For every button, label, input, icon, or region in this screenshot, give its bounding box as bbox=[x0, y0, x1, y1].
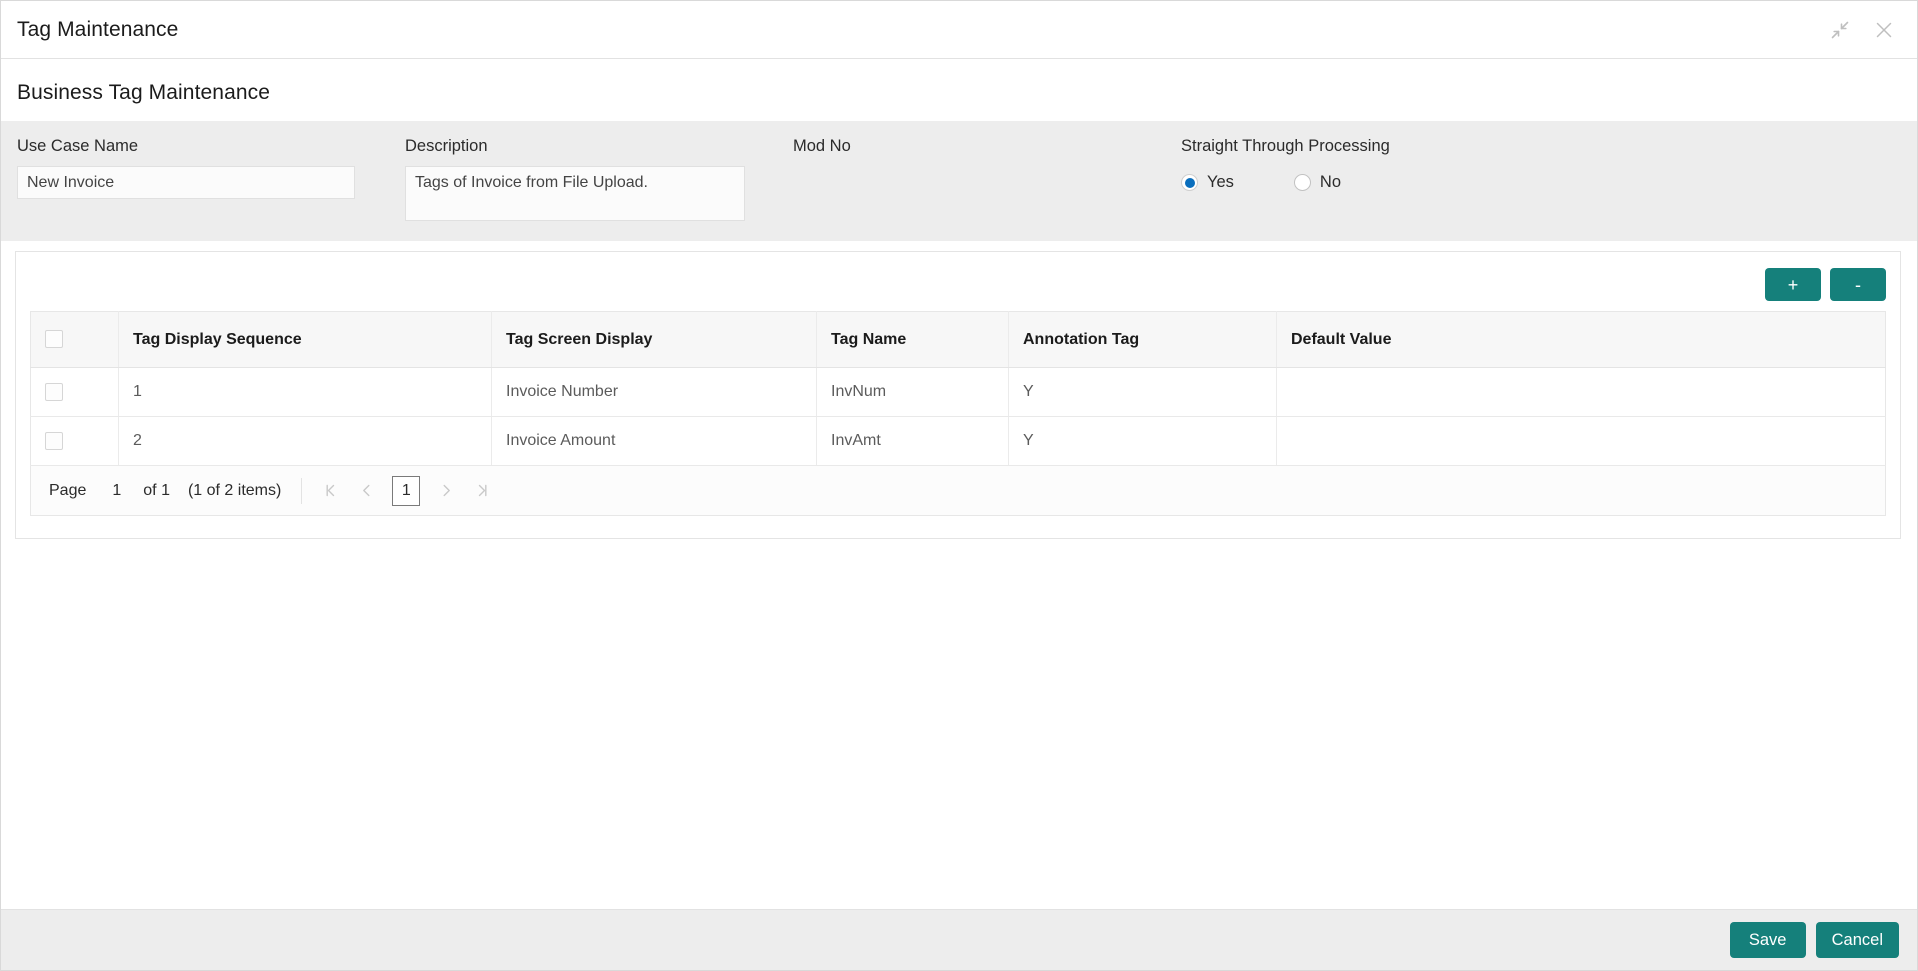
pagination-divider bbox=[301, 478, 302, 504]
collapse-arrows-icon[interactable] bbox=[1829, 19, 1851, 41]
radio-label-yes: Yes bbox=[1207, 173, 1234, 192]
table-header-row: Tag Display Sequence Tag Screen Display … bbox=[31, 312, 1886, 368]
close-icon[interactable] bbox=[1873, 19, 1895, 41]
dialog-footer: Save Cancel bbox=[1, 909, 1917, 970]
description-label: Description bbox=[405, 137, 793, 156]
select-all-checkbox[interactable] bbox=[45, 330, 63, 348]
pagination-controls: 1 bbox=[308, 475, 498, 507]
page-title: Business Tag Maintenance bbox=[17, 81, 1917, 105]
cell-sequence: 2 bbox=[119, 417, 492, 466]
row-checkbox[interactable] bbox=[45, 432, 63, 450]
header-tag-name[interactable]: Tag Name bbox=[817, 312, 1009, 368]
cancel-button[interactable]: Cancel bbox=[1816, 922, 1899, 958]
field-description: Description bbox=[405, 137, 793, 221]
remove-row-button[interactable]: - bbox=[1830, 268, 1886, 301]
grid-toolbar: + - bbox=[30, 266, 1886, 311]
cell-sequence: 1 bbox=[119, 368, 492, 417]
header-tag-display-sequence[interactable]: Tag Display Sequence bbox=[119, 312, 492, 368]
add-row-button[interactable]: + bbox=[1765, 268, 1821, 301]
cell-tag-name: InvNum bbox=[817, 368, 1009, 417]
header-default-value[interactable]: Default Value bbox=[1277, 312, 1886, 368]
radio-mark-no bbox=[1294, 174, 1311, 191]
cell-annotation-tag: Y bbox=[1009, 368, 1277, 417]
mod-no-label: Mod No bbox=[793, 137, 1181, 156]
pagination-of-text: of 1 bbox=[133, 482, 180, 500]
tag-maintenance-window: Tag Maintenance Business Tag Maintenance bbox=[0, 0, 1918, 971]
row-select-cell bbox=[31, 368, 119, 417]
row-checkbox[interactable] bbox=[45, 383, 63, 401]
cell-default-value bbox=[1277, 417, 1886, 466]
radio-option-no[interactable]: No bbox=[1294, 173, 1341, 192]
use-case-name-label: Use Case Name bbox=[17, 137, 405, 156]
table-body: 1 Invoice Number InvNum Y 2 Invoice Amou… bbox=[31, 368, 1886, 466]
tag-grid-card: + - Tag Display Sequence Tag Screen Disp… bbox=[15, 251, 1901, 539]
tag-table: Tag Display Sequence Tag Screen Display … bbox=[30, 311, 1886, 466]
next-page-icon[interactable] bbox=[430, 475, 462, 507]
pagination-bar: Page 1 of 1 (1 of 2 items) bbox=[30, 466, 1886, 516]
table-row[interactable]: 1 Invoice Number InvNum Y bbox=[31, 368, 1886, 417]
page-heading: Business Tag Maintenance bbox=[1, 59, 1917, 121]
row-select-cell bbox=[31, 417, 119, 466]
previous-page-icon[interactable] bbox=[350, 475, 382, 507]
header-annotation-tag[interactable]: Annotation Tag bbox=[1009, 312, 1277, 368]
description-textarea[interactable] bbox=[405, 166, 745, 221]
content-area: + - Tag Display Sequence Tag Screen Disp… bbox=[1, 241, 1917, 909]
field-straight-through-processing: Straight Through Processing Yes No bbox=[1181, 137, 1601, 199]
form-section: Use Case Name Description Mod No Straigh… bbox=[1, 121, 1917, 241]
window-titlebar: Tag Maintenance bbox=[1, 1, 1917, 59]
field-use-case-name: Use Case Name bbox=[17, 137, 405, 199]
save-button[interactable]: Save bbox=[1730, 922, 1806, 958]
pagination-summary: Page 1 of 1 (1 of 2 items) bbox=[31, 482, 295, 500]
header-tag-screen-display[interactable]: Tag Screen Display bbox=[492, 312, 817, 368]
radio-option-yes[interactable]: Yes bbox=[1181, 173, 1234, 192]
radio-mark-yes bbox=[1181, 174, 1198, 191]
header-select-all bbox=[31, 312, 119, 368]
table-row[interactable]: 2 Invoice Amount InvAmt Y bbox=[31, 417, 1886, 466]
field-mod-no: Mod No bbox=[793, 137, 1181, 166]
cell-tag-name: InvAmt bbox=[817, 417, 1009, 466]
straight-through-processing-label: Straight Through Processing bbox=[1181, 137, 1601, 156]
radio-label-no: No bbox=[1320, 173, 1341, 192]
cell-screen-display: Invoice Number bbox=[492, 368, 817, 417]
last-page-icon[interactable] bbox=[466, 475, 498, 507]
table-header: Tag Display Sequence Tag Screen Display … bbox=[31, 312, 1886, 368]
cell-screen-display: Invoice Amount bbox=[492, 417, 817, 466]
pagination-items-text: (1 of 2 items) bbox=[180, 482, 295, 500]
cell-default-value bbox=[1277, 368, 1886, 417]
use-case-name-input[interactable] bbox=[17, 166, 355, 199]
cell-annotation-tag: Y bbox=[1009, 417, 1277, 466]
straight-through-processing-radio-group: Yes No bbox=[1181, 166, 1601, 199]
first-page-icon[interactable] bbox=[314, 475, 346, 507]
page-number-button[interactable]: 1 bbox=[392, 476, 420, 506]
pagination-page-word: Page bbox=[35, 482, 100, 500]
window-controls bbox=[1829, 19, 1895, 41]
window-title: Tag Maintenance bbox=[17, 18, 178, 42]
pagination-current-page: 1 bbox=[100, 482, 133, 500]
